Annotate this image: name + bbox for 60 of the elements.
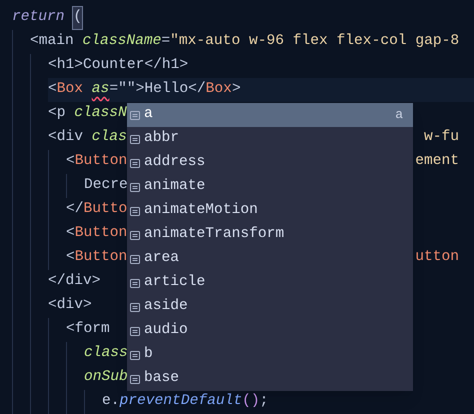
code-text: </Butto xyxy=(66,200,128,220)
suggestion-item[interactable]: a a xyxy=(127,103,413,127)
suggestion-label: audio xyxy=(144,321,188,340)
code-text: ement xyxy=(415,152,459,172)
symbol-icon xyxy=(130,110,140,120)
code-text: return xyxy=(12,8,66,28)
symbol-icon xyxy=(130,230,140,240)
code-text: utton xyxy=(415,248,459,268)
symbol-icon xyxy=(130,278,140,288)
matching-bracket: ( xyxy=(73,7,82,29)
suggestion-label: address xyxy=(144,153,206,172)
code-text: w-fu xyxy=(424,128,459,148)
suggestion-item[interactable]: base xyxy=(127,367,413,391)
suggestion-label: animate xyxy=(144,177,206,196)
code-text: ="">Hello</Box> xyxy=(109,80,241,100)
symbol-icon xyxy=(130,182,140,192)
code-text: onSub xyxy=(84,368,128,388)
code-text: <p classN xyxy=(48,104,127,124)
suggestion-label: animateMotion xyxy=(144,201,258,220)
suggestion-item[interactable]: aside xyxy=(127,295,413,319)
suggestion-label: aside xyxy=(144,297,188,316)
suggestion-label: abbr xyxy=(144,129,180,148)
suggestion-item[interactable]: area xyxy=(127,247,413,271)
symbol-icon xyxy=(130,206,140,216)
code-text: <Button xyxy=(66,152,128,172)
symbol-icon xyxy=(130,326,140,336)
suggestion-label: b xyxy=(144,345,153,364)
suggestion-detail: a xyxy=(395,106,403,124)
code-text: <form xyxy=(66,320,110,340)
suggestion-label: a xyxy=(144,105,153,124)
error-underlined-text: as xyxy=(92,80,110,100)
code-text: e.preventDefault(); xyxy=(102,392,268,412)
code-text: <main className="mx-auto w-96 flex flex-col gap-8 xyxy=(30,32,460,52)
suggestion-item[interactable]: b xyxy=(127,343,413,367)
suggestion-item[interactable]: animateMotion xyxy=(127,199,413,223)
code-text: class xyxy=(84,344,128,364)
suggestion-item[interactable]: address xyxy=(127,151,413,175)
suggestion-item[interactable]: animateTransform xyxy=(127,223,413,247)
suggestion-item[interactable]: abbr xyxy=(127,127,413,151)
suggestion-item[interactable]: animate xyxy=(127,175,413,199)
symbol-icon xyxy=(130,350,140,360)
suggestion-item[interactable]: article xyxy=(127,271,413,295)
code-text: Decre xyxy=(84,176,128,196)
code-text: <div clas xyxy=(48,128,127,148)
symbol-icon xyxy=(130,374,140,384)
suggestion-label: article xyxy=(144,273,206,292)
suggestion-label: area xyxy=(144,249,180,268)
symbol-icon xyxy=(130,134,140,144)
suggestion-label: base xyxy=(144,369,180,388)
symbol-icon xyxy=(130,302,140,312)
code-text: <Button xyxy=(66,224,128,244)
symbol-icon xyxy=(130,254,140,264)
code-text: <div> xyxy=(48,296,92,316)
code-text: </div> xyxy=(48,272,101,292)
symbol-icon xyxy=(130,158,140,168)
suggestion-item[interactable]: audio xyxy=(127,319,413,343)
code-text: <Button xyxy=(66,248,128,268)
suggestion-label: animateTransform xyxy=(144,225,284,244)
code-text: <Box xyxy=(48,80,84,100)
code-text: <h1>Counter</h1> xyxy=(48,56,188,76)
